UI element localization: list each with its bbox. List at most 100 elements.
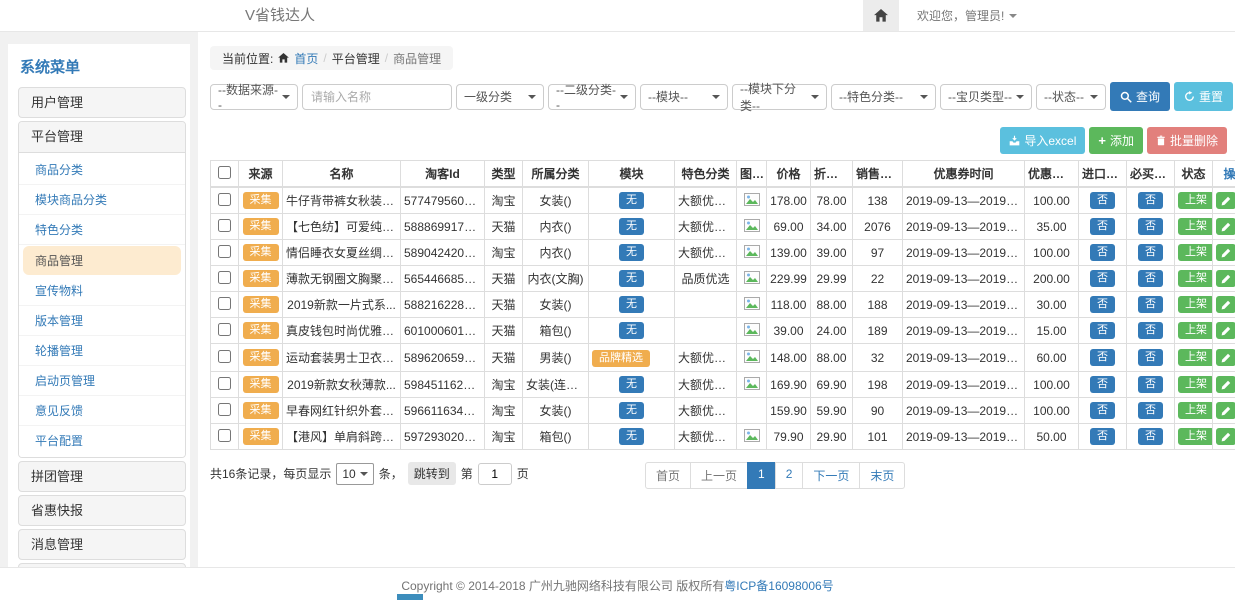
row-checkbox[interactable] [218, 219, 231, 232]
must-buy-badge[interactable]: 否 [1138, 296, 1163, 313]
row-checkbox[interactable] [218, 323, 231, 336]
filter-select[interactable]: 一级分类 [456, 84, 544, 110]
edit-button[interactable] [1216, 428, 1235, 445]
pager-item[interactable]: 首页 [645, 462, 691, 489]
row-checkbox[interactable] [218, 429, 231, 442]
sidebar-subitem[interactable]: 意见反馈 [19, 396, 185, 426]
import-select-badge[interactable]: 否 [1090, 192, 1115, 209]
import-select-badge[interactable]: 否 [1090, 376, 1115, 393]
status-badge[interactable]: 上架 [1178, 402, 1213, 419]
status-badge[interactable]: 上架 [1178, 322, 1213, 339]
sidebar-subitem[interactable]: 商品管理 [23, 246, 181, 275]
edit-button[interactable] [1216, 349, 1235, 366]
import-select-badge[interactable]: 否 [1090, 244, 1115, 261]
sidebar-subitem[interactable]: 模块商品分类 [19, 185, 185, 215]
coupon-time: 2019-09-13—2019-09-20 [903, 318, 1025, 344]
page-size-select[interactable]: 10 [336, 463, 373, 485]
batch-delete-button[interactable]: 批量删除 [1147, 127, 1227, 154]
filter-select[interactable]: --宝贝类型-- [940, 84, 1032, 110]
filter-select-data-source[interactable]: --数据来源-- [210, 84, 298, 110]
must-buy-badge[interactable]: 否 [1138, 192, 1163, 209]
sidebar-panel[interactable]: 省惠快报 [18, 495, 186, 526]
filter-select[interactable]: --模块-- [640, 84, 728, 110]
row-checkbox[interactable] [218, 350, 231, 363]
must-buy-badge[interactable]: 否 [1138, 349, 1163, 366]
edit-button[interactable] [1216, 376, 1235, 393]
filter-select[interactable]: --状态-- [1036, 84, 1106, 110]
sidebar-subitem[interactable]: 宣传物料 [19, 276, 185, 306]
icon-cell [737, 372, 767, 398]
icp-link[interactable]: 粤ICP备16098006号 [724, 579, 833, 593]
import-select-badge[interactable]: 否 [1090, 428, 1115, 445]
pager-item[interactable]: 1 [747, 462, 776, 489]
import-select-badge[interactable]: 否 [1090, 349, 1115, 366]
must-buy-badge[interactable]: 否 [1138, 376, 1163, 393]
status-badge[interactable]: 上架 [1178, 349, 1213, 366]
jump-button[interactable]: 跳转到 [408, 462, 456, 485]
status-badge[interactable]: 上架 [1178, 244, 1213, 261]
jump-page-input[interactable] [478, 463, 512, 485]
sidebar-panel[interactable]: 拼团管理 [18, 461, 186, 492]
edit-button[interactable] [1216, 192, 1235, 209]
sidebar-subitem[interactable]: 平台配置 [19, 426, 185, 455]
must-buy-badge[interactable]: 否 [1138, 322, 1163, 339]
import-select-badge[interactable]: 否 [1090, 322, 1115, 339]
pager-item[interactable]: 末页 [859, 462, 905, 489]
sidebar-subitem[interactable]: 特色分类 [19, 215, 185, 245]
status-badge[interactable]: 上架 [1178, 192, 1213, 209]
pager-item[interactable]: 上一页 [690, 462, 748, 489]
sidebar-panel[interactable]: 平台管理 [19, 122, 185, 153]
row-checkbox[interactable] [218, 297, 231, 310]
row-checkbox[interactable] [218, 193, 231, 206]
sidebar-panel[interactable]: 消息管理 [18, 529, 186, 560]
sidebar-panel[interactable]: 用户管理 [18, 87, 186, 118]
must-buy-badge[interactable]: 否 [1138, 244, 1163, 261]
pager-item[interactable]: 下一页 [802, 462, 860, 489]
coupon-amount: 50.00 [1025, 424, 1079, 450]
edit-button[interactable] [1216, 402, 1235, 419]
edit-button[interactable] [1216, 244, 1235, 261]
import-excel-button[interactable]: 导入excel [1000, 127, 1085, 154]
must-buy-badge[interactable]: 否 [1138, 402, 1163, 419]
must-buy-badge[interactable]: 否 [1138, 270, 1163, 287]
status-badge[interactable]: 上架 [1178, 270, 1213, 287]
edit-button[interactable] [1216, 270, 1235, 287]
discount-price: 24.00 [811, 318, 853, 344]
table-toolbar: 导入excel + 添加 批量删除 [210, 127, 1227, 154]
sidebar-subitem[interactable]: 轮播管理 [19, 336, 185, 366]
coupon-time: 2019-09-13—2019-09-20 [903, 240, 1025, 266]
filter-select[interactable]: --特色分类-- [831, 84, 936, 110]
must-buy-badge[interactable]: 否 [1138, 218, 1163, 235]
search-button[interactable]: 查询 [1110, 82, 1170, 111]
edit-button[interactable] [1216, 296, 1235, 313]
user-menu[interactable]: 欢迎您，管理员! [917, 7, 1017, 24]
row-checkbox[interactable] [218, 403, 231, 416]
sidebar-subitem[interactable]: 启动页管理 [19, 366, 185, 396]
status-badge[interactable]: 上架 [1178, 376, 1213, 393]
edit-button[interactable] [1216, 322, 1235, 339]
status-badge[interactable]: 上架 [1178, 218, 1213, 235]
import-select-badge[interactable]: 否 [1090, 402, 1115, 419]
breadcrumb-home-link[interactable]: 首页 [294, 50, 318, 67]
select-all-checkbox[interactable] [218, 166, 231, 179]
import-select-badge[interactable]: 否 [1090, 270, 1115, 287]
status-badge[interactable]: 上架 [1178, 428, 1213, 445]
must-buy-badge[interactable]: 否 [1138, 428, 1163, 445]
reset-button[interactable]: 重置 [1174, 82, 1233, 111]
sidebar-subitem[interactable]: 商品分类 [19, 155, 185, 185]
coupon-time: 2019-09-13—2019-09-19 [903, 292, 1025, 318]
import-select-badge[interactable]: 否 [1090, 218, 1115, 235]
status-badge[interactable]: 上架 [1178, 296, 1213, 313]
pager-item[interactable]: 2 [775, 462, 804, 489]
row-checkbox[interactable] [218, 271, 231, 284]
import-select-badge[interactable]: 否 [1090, 296, 1115, 313]
filter-select[interactable]: --二级分类-- [548, 84, 636, 110]
name-search-input[interactable] [302, 84, 452, 110]
edit-button[interactable] [1216, 218, 1235, 235]
row-checkbox[interactable] [218, 245, 231, 258]
add-button[interactable]: + 添加 [1089, 127, 1143, 154]
home-button[interactable] [863, 0, 899, 31]
row-checkbox[interactable] [218, 377, 231, 390]
sidebar-subitem[interactable]: 版本管理 [19, 306, 185, 336]
filter-select[interactable]: --模块下分类-- [732, 84, 827, 110]
